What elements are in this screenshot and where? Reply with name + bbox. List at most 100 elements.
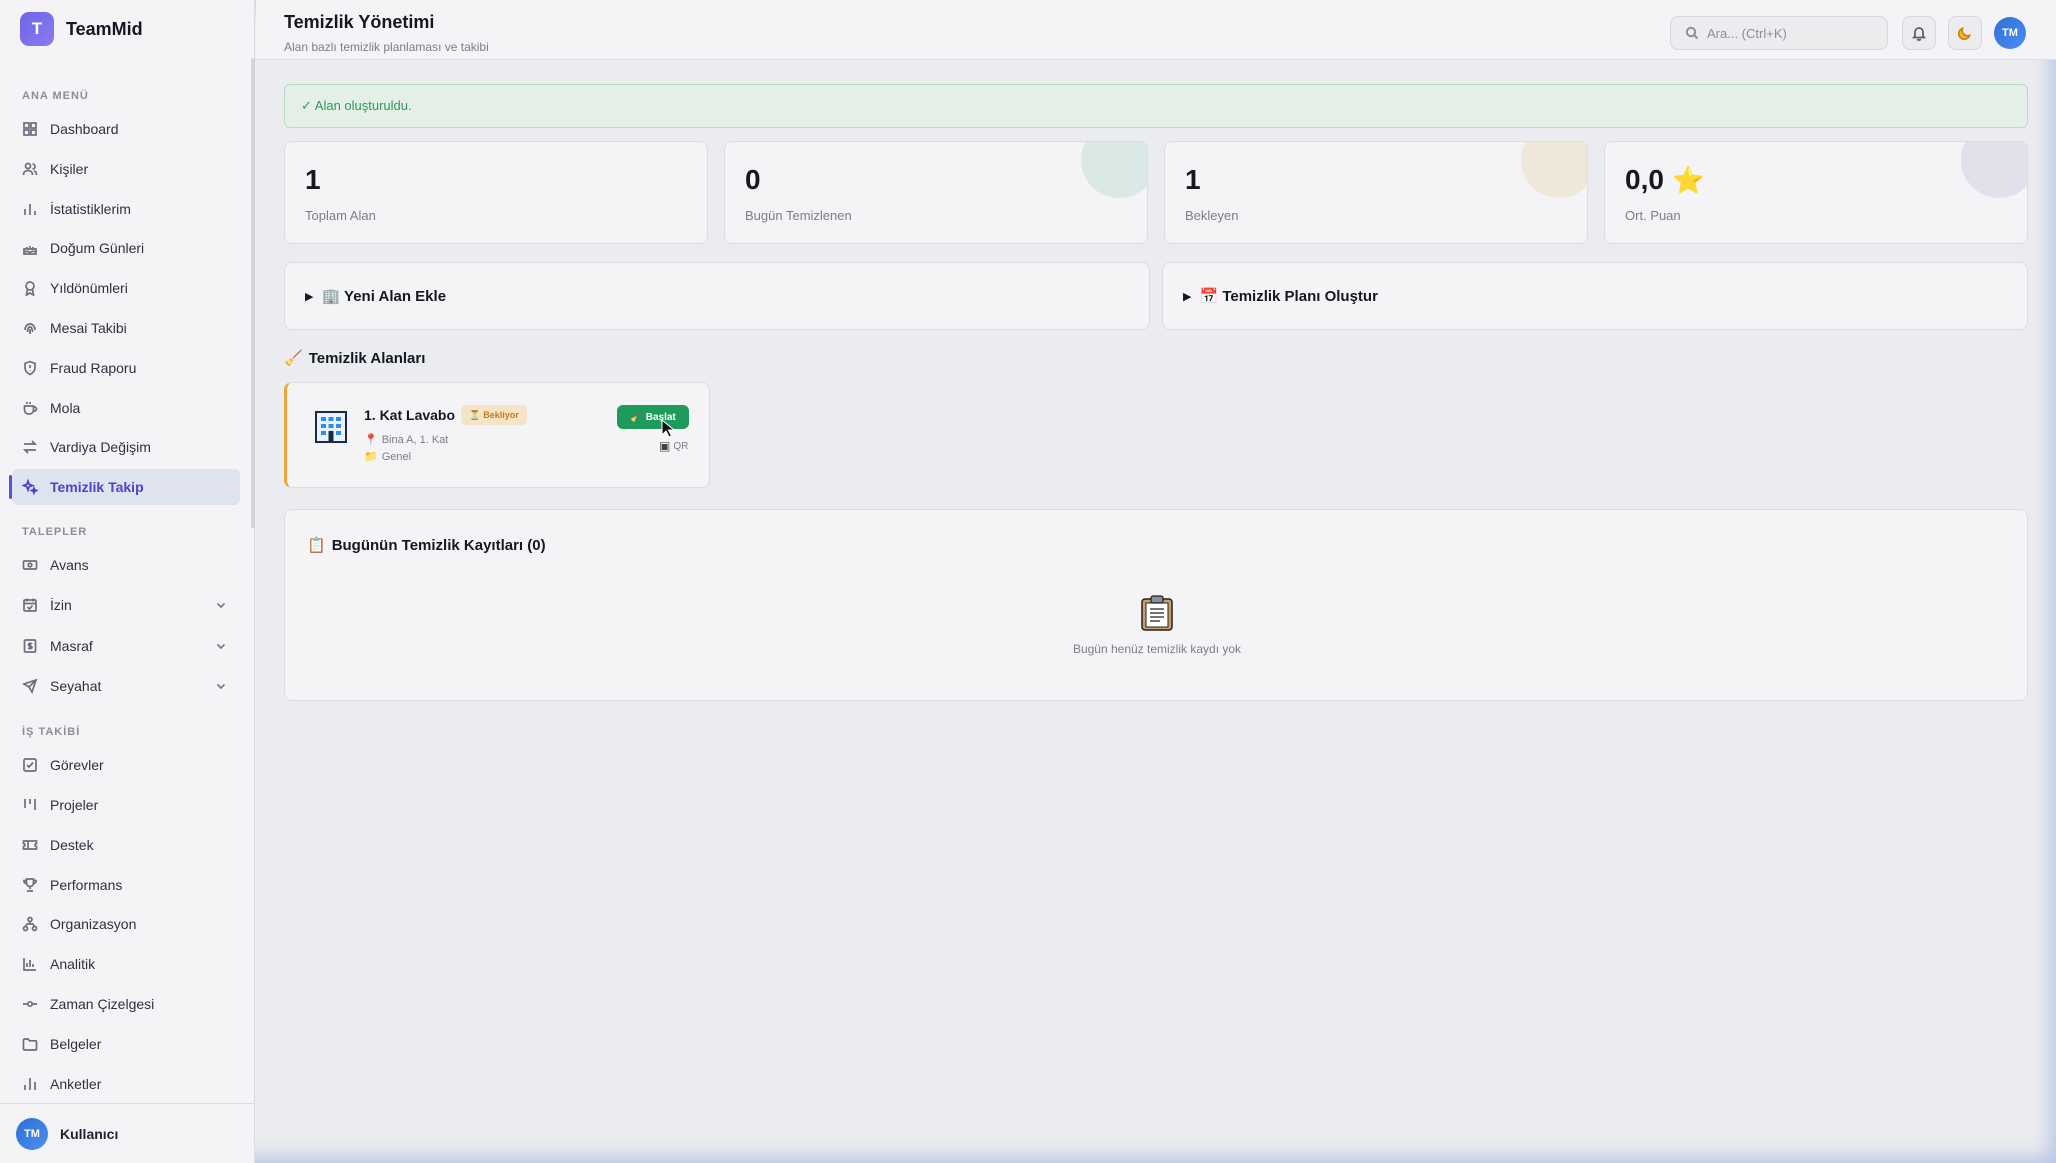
hourglass-icon: ⏳ bbox=[469, 409, 481, 420]
logs-title-row: 📋 Bugünün Temizlik Kayıtları (0) bbox=[307, 536, 546, 555]
sidebar-item-people[interactable]: Kişiler bbox=[12, 151, 240, 187]
chevron-down-icon[interactable] bbox=[214, 598, 228, 612]
folder-icon: 📁 bbox=[364, 451, 378, 463]
sidebar-item-surveys[interactable]: Anketler bbox=[12, 1066, 240, 1102]
area-category: 📁 Genel bbox=[364, 450, 412, 464]
sidebar-item-timeline[interactable]: Zaman Çizelgesi bbox=[12, 986, 240, 1022]
today-logs-panel: 📋 Bugünün Temizlik Kayıtları (0) Bugün h… bbox=[284, 509, 2028, 701]
sidebar-item-leave[interactable]: İzin bbox=[12, 587, 240, 623]
kanban-icon bbox=[22, 797, 38, 813]
stat-card-total-areas: 1 Toplam Alan bbox=[284, 141, 708, 244]
top-header: Temizlik Yönetimi Alan bazlı temizlik pl… bbox=[256, 0, 2056, 60]
sidebar-item-label: Fraud Raporu bbox=[50, 360, 137, 376]
star-icon: ⭐ bbox=[1671, 164, 1705, 195]
sidebar-item-label: Seyahat bbox=[50, 678, 102, 694]
theme-toggle-button[interactable] bbox=[1948, 16, 1982, 50]
sidebar-item-dashboard[interactable]: Dashboard bbox=[12, 111, 240, 147]
stat-label: Toplam Alan bbox=[305, 208, 376, 223]
chevron-down-icon[interactable] bbox=[214, 679, 228, 693]
stat-card-cleaned-today: 0 Bugün Temizlenen bbox=[724, 141, 1148, 244]
sidebar-item-label: Temizlik Takip bbox=[50, 479, 144, 495]
qr-label: QR bbox=[673, 440, 689, 452]
qr-link[interactable]: ▣ QR bbox=[659, 439, 688, 453]
building-icon bbox=[315, 411, 347, 443]
sidebar-item-travel[interactable]: Seyahat bbox=[12, 668, 240, 704]
sidebar-item-label: Kişiler bbox=[50, 161, 89, 177]
cleaning-areas-title: 🧹 Temizlik Alanları bbox=[284, 349, 426, 368]
section-requests-title: TALEPLER bbox=[22, 526, 88, 538]
sidebar-item-shift-swap[interactable]: Vardiya Değişim bbox=[12, 429, 240, 465]
brand[interactable]: T TeamMid bbox=[20, 12, 143, 46]
sidebar-item-tasks[interactable]: Görevler bbox=[12, 747, 240, 783]
stat-label: Ort. Puan bbox=[1625, 208, 1681, 223]
sidebar-item-label: Doğum Günleri bbox=[50, 240, 145, 256]
area-card[interactable]: 1. Kat Lavabo ⏳ Bekliyor 📍 Bina A, 1. Ka… bbox=[284, 382, 710, 488]
page-subtitle: Alan bazlı temizlik planlaması ve takibi bbox=[284, 40, 489, 54]
stat-value: 1 bbox=[305, 164, 321, 195]
section-main-title: ANA MENÜ bbox=[22, 90, 89, 102]
sidebar-item-analytics[interactable]: Analitik bbox=[12, 946, 240, 982]
panel-title: 📅 Temizlik Planı Oluştur bbox=[1199, 288, 1378, 305]
area-name: 1. Kat Lavabo bbox=[364, 407, 456, 423]
sidebar-item-documents[interactable]: Belgeler bbox=[12, 1026, 240, 1062]
app-frame: T TeamMid ANA MENÜ Dashboard Kişiler İst… bbox=[0, 0, 2056, 1163]
sidebar-item-label: Anketler bbox=[50, 1076, 102, 1092]
start-cleaning-button[interactable]: 🧹 Başlat bbox=[617, 405, 689, 429]
bell-icon bbox=[1911, 25, 1927, 41]
fingerprint-icon bbox=[22, 320, 38, 336]
sidebar-item-advance[interactable]: Avans bbox=[12, 547, 240, 583]
avatar: TM bbox=[16, 1117, 48, 1150]
sidebar-item-anniversaries[interactable]: Yıldönümleri bbox=[12, 270, 240, 306]
sidebar-item-label: Organizasyon bbox=[50, 916, 137, 932]
expand-triangle-icon: ▶ bbox=[1183, 290, 1192, 303]
shield-icon bbox=[22, 360, 38, 376]
sidebar-item-label: İstatistiklerim bbox=[50, 201, 131, 217]
add-area-panel-toggle[interactable]: ▶ 🏢 Yeni Alan Ekle bbox=[284, 262, 1150, 330]
section-work-title: İŞ TAKİBİ bbox=[22, 726, 81, 738]
sidebar-item-my-stats[interactable]: İstatistiklerim bbox=[12, 191, 240, 227]
receipt-icon bbox=[22, 638, 38, 654]
stat-value: 0,0 bbox=[1625, 164, 1664, 195]
sidebar-item-label: Analitik bbox=[50, 956, 96, 972]
broom-icon: 🧹 bbox=[284, 350, 303, 367]
sidebar-item-attendance[interactable]: Mesai Takibi bbox=[12, 310, 240, 346]
coffee-icon bbox=[22, 400, 38, 416]
panel-title: 🏢 Yeni Alan Ekle bbox=[321, 288, 447, 305]
sidebar-item-projects[interactable]: Projeler bbox=[12, 787, 240, 823]
section-title: Temizlik Alanları bbox=[308, 349, 426, 367]
poll-icon bbox=[22, 1076, 38, 1092]
category-text: Genel bbox=[381, 450, 412, 463]
sidebar-item-fraud-report[interactable]: Fraud Raporu bbox=[12, 350, 240, 386]
sidebar-item-performance[interactable]: Performans bbox=[12, 867, 240, 903]
empty-state-text: Bugün henüz temizlik kaydı yok bbox=[1072, 642, 1242, 656]
stat-label: Bugün Temizlenen bbox=[745, 208, 852, 223]
success-alert: ✓ Alan oluşturuldu. bbox=[284, 84, 2028, 128]
create-plan-panel-toggle[interactable]: ▶ 📅 Temizlik Planı Oluştur bbox=[1162, 262, 2028, 330]
sparkles-icon bbox=[22, 479, 38, 495]
stat-label: Bekleyen bbox=[1185, 208, 1239, 223]
sidebar-item-birthdays[interactable]: Doğum Günleri bbox=[12, 230, 240, 266]
sidebar: T TeamMid ANA MENÜ Dashboard Kişiler İst… bbox=[0, 0, 255, 1163]
sidebar-item-label: Dashboard bbox=[50, 121, 119, 137]
sidebar-item-cleaning-tracking[interactable]: Temizlik Takip bbox=[9, 469, 240, 505]
logs-title: Bugünün Temizlik Kayıtları (0) bbox=[331, 536, 546, 554]
award-icon bbox=[22, 280, 38, 296]
sidebar-item-organization[interactable]: Organizasyon bbox=[12, 906, 240, 942]
sidebar-user[interactable]: TM Kullanıcı bbox=[0, 1103, 255, 1163]
sidebar-item-label: Projeler bbox=[50, 797, 99, 813]
moon-icon bbox=[1957, 25, 1973, 41]
clipboard-icon bbox=[1141, 595, 1173, 631]
sidebar-item-label: Avans bbox=[50, 557, 89, 573]
sidebar-item-break[interactable]: Mola bbox=[12, 390, 240, 426]
sidebar-scrollbar[interactable] bbox=[251, 58, 255, 528]
qr-icon: ▣ bbox=[659, 439, 671, 453]
sidebar-item-label: Belgeler bbox=[50, 1036, 102, 1052]
sidebar-item-support[interactable]: Destek bbox=[12, 827, 240, 863]
search-input[interactable]: Ara... (Ctrl+K) bbox=[1670, 16, 1888, 50]
sidebar-item-label: İzin bbox=[50, 597, 72, 613]
sidebar-item-expense[interactable]: Masraf bbox=[12, 628, 240, 664]
chevron-down-icon[interactable] bbox=[214, 639, 228, 653]
notifications-button[interactable] bbox=[1902, 16, 1936, 50]
check-square-icon bbox=[22, 757, 38, 773]
header-avatar[interactable]: TM bbox=[1994, 17, 2026, 49]
